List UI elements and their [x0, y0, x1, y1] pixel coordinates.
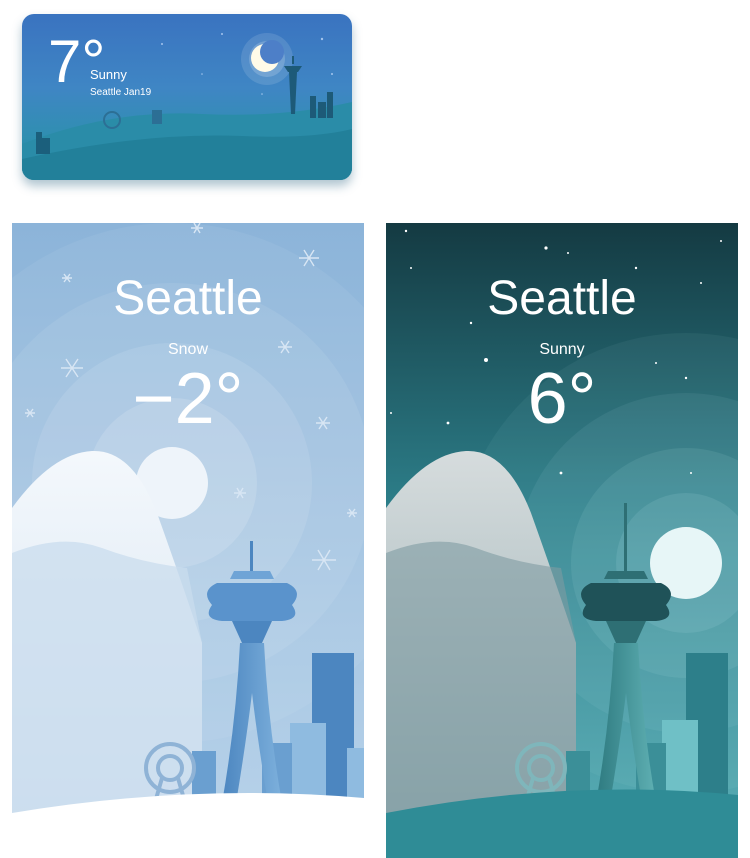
city-name: Seattle [487, 272, 637, 325]
city-name: Seattle [113, 272, 263, 325]
sunny-weather-card[interactable]: Seattle Sunny 6° [386, 223, 738, 858]
widget-location-date: Seattle Jan19 [90, 87, 152, 98]
widget-temperature: 7° [48, 28, 106, 95]
widget-condition: Sunny [90, 67, 127, 82]
weather-condition: Sunny [539, 341, 585, 358]
temperature: −2° [132, 359, 244, 439]
snow-weather-card[interactable]: Seattle Snow −2° [12, 223, 364, 858]
weather-widget[interactable]: 7° Sunny Seattle Jan19 [22, 14, 352, 180]
widget-buildings-right [310, 92, 333, 118]
temperature: 6° [527, 359, 597, 439]
weather-condition: Snow [167, 341, 209, 358]
